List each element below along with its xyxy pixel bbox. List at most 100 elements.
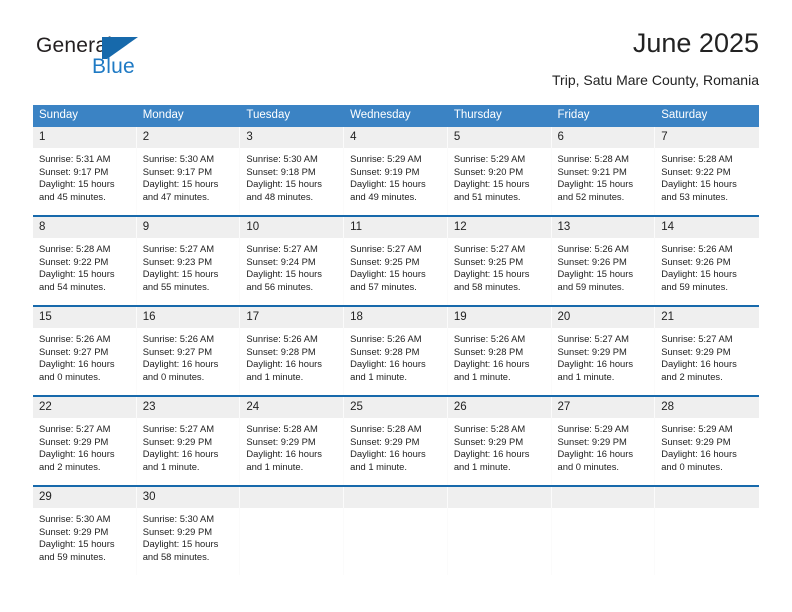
weekday-header-friday: Friday <box>551 105 656 127</box>
day-number: 4 <box>344 127 447 148</box>
day-details <box>240 508 343 519</box>
calendar-table: Sunday Monday Tuesday Wednesday Thursday… <box>33 105 759 575</box>
calendar-header-row: Sunday Monday Tuesday Wednesday Thursday… <box>33 105 759 127</box>
general-blue-logo[interactable]: General Blue <box>36 34 236 90</box>
calendar-day-cell[interactable]: 10 Sunrise: 5:27 AM Sunset: 9:24 PM Dayl… <box>240 217 345 305</box>
day-details: Sunrise: 5:26 AM Sunset: 9:26 PM Dayligh… <box>552 238 655 299</box>
sunrise-text: Sunrise: 5:26 AM <box>39 333 111 344</box>
day-number <box>447 487 551 508</box>
day-details: Sunrise: 5:27 AM Sunset: 9:24 PM Dayligh… <box>240 238 343 299</box>
calendar-day-cell[interactable]: 17 Sunrise: 5:26 AM Sunset: 9:28 PM Dayl… <box>240 307 345 395</box>
sunrise-text: Sunrise: 5:30 AM <box>39 513 111 524</box>
day-number <box>344 487 447 508</box>
sunset-text: Sunset: 9:29 PM <box>661 345 731 357</box>
calendar-day-cell[interactable]: 28 Sunrise: 5:29 AM Sunset: 9:29 PM Dayl… <box>655 397 759 485</box>
weekday-header-wednesday: Wednesday <box>344 105 448 127</box>
calendar-day-cell[interactable]: 26 Sunrise: 5:28 AM Sunset: 9:29 PM Dayl… <box>447 397 552 485</box>
day-number: 25 <box>344 397 447 418</box>
sunset-text: Sunset: 9:25 PM <box>350 255 420 267</box>
sunset-text: Sunset: 9:29 PM <box>246 435 316 447</box>
day-number: 16 <box>136 307 240 328</box>
calendar-day-cell[interactable]: 20 Sunrise: 5:27 AM Sunset: 9:29 PM Dayl… <box>551 307 656 395</box>
calendar-day-cell[interactable]: 19 Sunrise: 5:26 AM Sunset: 9:28 PM Dayl… <box>447 307 552 395</box>
calendar-day-cell[interactable]: 21 Sunrise: 5:27 AM Sunset: 9:29 PM Dayl… <box>655 307 759 395</box>
calendar-day-cell[interactable]: 2 Sunrise: 5:30 AM Sunset: 9:17 PM Dayli… <box>136 127 241 215</box>
sunset-text: Sunset: 9:18 PM <box>246 165 316 177</box>
sunrise-text: Sunrise: 5:30 AM <box>142 513 215 524</box>
calendar-day-cell[interactable]: 1 Sunrise: 5:31 AM Sunset: 9:17 PM Dayli… <box>33 127 137 215</box>
calendar-day-cell[interactable]: 5 Sunrise: 5:29 AM Sunset: 9:20 PM Dayli… <box>447 127 552 215</box>
daylight-text-line1: Daylight: 15 hours <box>557 268 634 280</box>
daylight-text-line1: Daylight: 15 hours <box>661 268 737 280</box>
calendar-day-cell[interactable]: 13 Sunrise: 5:26 AM Sunset: 9:26 PM Dayl… <box>551 217 656 305</box>
sunset-text: Sunset: 9:29 PM <box>661 435 731 447</box>
day-number: 7 <box>655 127 759 148</box>
daylight-text-line1: Daylight: 15 hours <box>142 178 219 190</box>
calendar-day-cell[interactable]: 22 Sunrise: 5:27 AM Sunset: 9:29 PM Dayl… <box>33 397 137 485</box>
calendar-day-cell[interactable]: 7 Sunrise: 5:28 AM Sunset: 9:22 PM Dayli… <box>655 127 759 215</box>
sunrise-text: Sunrise: 5:26 AM <box>350 333 422 344</box>
calendar-day-cell[interactable]: 25 Sunrise: 5:28 AM Sunset: 9:29 PM Dayl… <box>344 397 448 485</box>
daylight-text-line1: Daylight: 15 hours <box>246 268 322 280</box>
sunrise-text: Sunrise: 5:28 AM <box>350 423 422 434</box>
day-details <box>344 508 447 519</box>
calendar-week-row: 15 Sunrise: 5:26 AM Sunset: 9:27 PM Dayl… <box>33 307 759 395</box>
daylight-text-line2: and 49 minutes. <box>350 190 417 202</box>
calendar-day-cell[interactable]: 14 Sunrise: 5:26 AM Sunset: 9:26 PM Dayl… <box>655 217 759 305</box>
calendar-week-row: 29 Sunrise: 5:30 AM Sunset: 9:29 PM Dayl… <box>33 487 759 575</box>
daylight-text-line2: and 2 minutes. <box>39 460 101 472</box>
calendar-day-cell[interactable]: 4 Sunrise: 5:29 AM Sunset: 9:19 PM Dayli… <box>344 127 448 215</box>
daylight-text-line1: Daylight: 15 hours <box>39 538 115 550</box>
calendar-day-cell[interactable]: 29 Sunrise: 5:30 AM Sunset: 9:29 PM Dayl… <box>33 487 137 575</box>
daylight-text-line2: and 58 minutes. <box>142 550 210 562</box>
day-details: Sunrise: 5:26 AM Sunset: 9:27 PM Dayligh… <box>137 328 240 389</box>
daylight-text-line1: Daylight: 15 hours <box>661 178 737 190</box>
calendar-day-cell[interactable]: 9 Sunrise: 5:27 AM Sunset: 9:23 PM Dayli… <box>136 217 241 305</box>
calendar-day-cell[interactable]: 30 Sunrise: 5:30 AM Sunset: 9:29 PM Dayl… <box>136 487 241 575</box>
calendar-day-cell[interactable]: 23 Sunrise: 5:27 AM Sunset: 9:29 PM Dayl… <box>136 397 241 485</box>
day-number: 19 <box>447 307 551 328</box>
calendar-day-cell[interactable]: 24 Sunrise: 5:28 AM Sunset: 9:29 PM Dayl… <box>240 397 345 485</box>
calendar-day-cell[interactable]: 8 Sunrise: 5:28 AM Sunset: 9:22 PM Dayli… <box>33 217 137 305</box>
sunset-text: Sunset: 9:28 PM <box>453 345 524 357</box>
calendar-day-cell[interactable]: 18 Sunrise: 5:26 AM Sunset: 9:28 PM Dayl… <box>344 307 448 395</box>
day-details <box>655 508 759 519</box>
page-title: June 2025 <box>632 28 759 58</box>
day-details: Sunrise: 5:27 AM Sunset: 9:29 PM Dayligh… <box>137 418 240 479</box>
calendar-day-cell[interactable]: 6 Sunrise: 5:28 AM Sunset: 9:21 PM Dayli… <box>551 127 656 215</box>
calendar-page: General Blue June 2025 Trip, Satu Mare C… <box>0 0 792 612</box>
calendar-day-cell[interactable]: 15 Sunrise: 5:26 AM Sunset: 9:27 PM Dayl… <box>33 307 137 395</box>
calendar-day-cell[interactable]: 12 Sunrise: 5:27 AM Sunset: 9:25 PM Dayl… <box>447 217 552 305</box>
sunset-text: Sunset: 9:29 PM <box>39 435 109 447</box>
daylight-text-line2: and 56 minutes. <box>246 280 314 292</box>
sunrise-text: Sunrise: 5:26 AM <box>453 333 526 344</box>
day-details <box>448 508 551 519</box>
sunset-text: Sunset: 9:20 PM <box>453 165 524 177</box>
weekday-header-thursday: Thursday <box>447 105 552 127</box>
sunset-text: Sunset: 9:22 PM <box>39 255 109 267</box>
sunrise-text: Sunrise: 5:27 AM <box>142 243 215 254</box>
sunrise-text: Sunrise: 5:30 AM <box>142 153 215 164</box>
calendar-day-cell-empty <box>240 487 345 575</box>
calendar-day-cell[interactable]: 27 Sunrise: 5:29 AM Sunset: 9:29 PM Dayl… <box>551 397 656 485</box>
calendar-week-row: 1 Sunrise: 5:31 AM Sunset: 9:17 PM Dayli… <box>33 127 759 215</box>
calendar-day-cell-empty <box>655 487 759 575</box>
daylight-text-line1: Daylight: 15 hours <box>142 538 219 550</box>
day-details: Sunrise: 5:27 AM Sunset: 9:25 PM Dayligh… <box>344 238 447 299</box>
sunrise-text: Sunrise: 5:29 AM <box>661 423 733 434</box>
day-details: Sunrise: 5:30 AM Sunset: 9:17 PM Dayligh… <box>137 148 240 209</box>
daylight-text-line2: and 47 minutes. <box>142 190 210 202</box>
weekday-header-tuesday: Tuesday <box>240 105 345 127</box>
calendar-day-cell[interactable]: 16 Sunrise: 5:26 AM Sunset: 9:27 PM Dayl… <box>136 307 241 395</box>
daylight-text-line2: and 1 minute. <box>557 370 615 382</box>
day-number: 17 <box>240 307 344 328</box>
sunrise-text: Sunrise: 5:31 AM <box>39 153 111 164</box>
day-number: 27 <box>551 397 655 418</box>
day-number: 29 <box>33 487 136 508</box>
calendar-week-row: 8 Sunrise: 5:28 AM Sunset: 9:22 PM Dayli… <box>33 217 759 305</box>
calendar-day-cell[interactable]: 11 Sunrise: 5:27 AM Sunset: 9:25 PM Dayl… <box>344 217 448 305</box>
daylight-text-line1: Daylight: 15 hours <box>39 178 115 190</box>
sunrise-text: Sunrise: 5:28 AM <box>246 423 318 434</box>
calendar-day-cell[interactable]: 3 Sunrise: 5:30 AM Sunset: 9:18 PM Dayli… <box>240 127 345 215</box>
sunset-text: Sunset: 9:29 PM <box>350 435 420 447</box>
